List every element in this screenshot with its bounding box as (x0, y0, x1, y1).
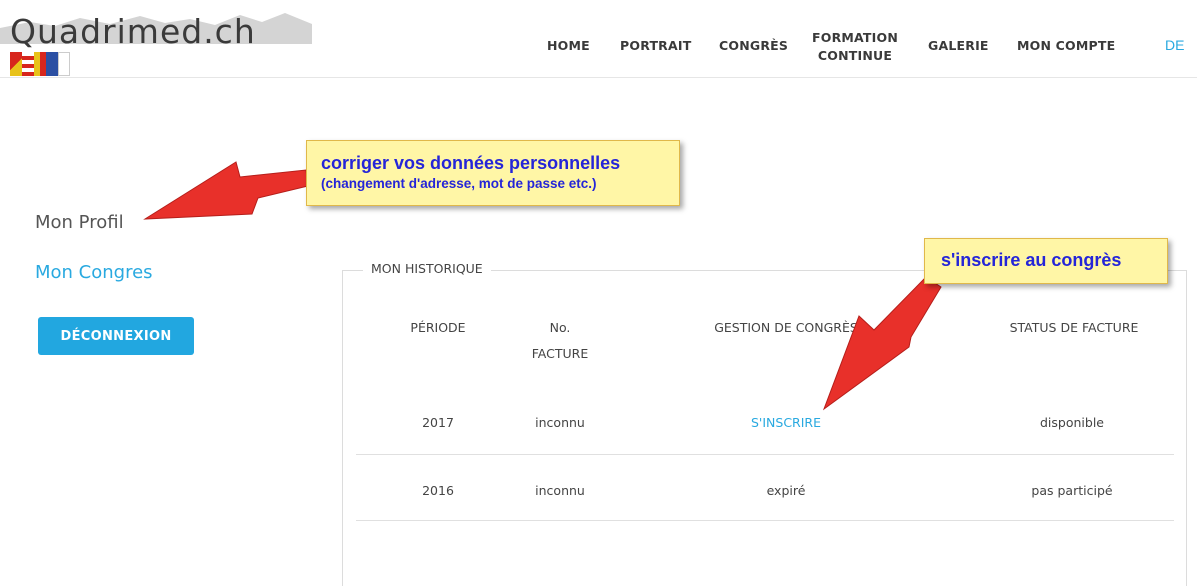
row-divider (356, 520, 1174, 521)
logout-button[interactable]: DÉCONNEXION (38, 317, 194, 355)
callout-profile-subtitle: (changement d'adresse, mot de passe etc.… (321, 176, 597, 191)
nav-congres[interactable]: CONGRÈS (719, 38, 788, 53)
header-facture: No. FACTURE (520, 315, 600, 367)
row-divider (356, 454, 1174, 455)
language-switch-de[interactable]: DE (1165, 37, 1184, 53)
nav-formation-line2: CONTINUE (817, 48, 893, 63)
cell-status: pas participé (1031, 483, 1113, 498)
header-status: STATUS DE FACTURE (1009, 320, 1139, 335)
header-gestion: GESTION DE CONGRÈS (714, 320, 858, 335)
nav-portrait[interactable]: PORTRAIT (620, 38, 691, 53)
cell-gestion: expiré (766, 483, 806, 498)
cell-periode: 2017 (422, 415, 454, 430)
callout-profile: corriger vos données personnelles (chang… (306, 140, 680, 206)
sidebar-item-profil[interactable]: Mon Profil (35, 212, 124, 233)
header-facture-line2: FACTURE (531, 346, 589, 361)
header-periode: PÉRIODE (410, 320, 466, 335)
cell-facture: inconnu (535, 415, 585, 430)
cell-facture: inconnu (535, 483, 585, 498)
sidebar-item-congres[interactable]: Mon Congres (35, 262, 153, 283)
arrow-to-profil-icon (143, 161, 309, 220)
history-legend: MON HISTORIQUE (363, 261, 491, 276)
header-facture-line1: No. (549, 320, 571, 335)
cell-periode: 2016 (422, 483, 454, 498)
site-header: Quadrimed.ch HOME PORTRAIT CONGRÈS FORMA… (0, 0, 1197, 78)
callout-register: s'inscrire au congrès (924, 238, 1168, 284)
nav-formation-continue[interactable]: FORMATION CONTINUE (812, 29, 898, 65)
nav-home[interactable]: HOME (547, 38, 590, 53)
register-link[interactable]: S'INSCRIRE (720, 415, 852, 430)
main-nav: HOME PORTRAIT CONGRÈS FORMATION CONTINUE… (0, 0, 1197, 78)
nav-formation-line1: FORMATION (812, 30, 898, 45)
cell-status: disponible (1040, 415, 1104, 430)
nav-galerie[interactable]: GALERIE (928, 38, 989, 53)
callout-profile-title: corriger vos données personnelles (321, 153, 621, 173)
nav-mon-compte[interactable]: MON COMPTE (1017, 38, 1115, 53)
